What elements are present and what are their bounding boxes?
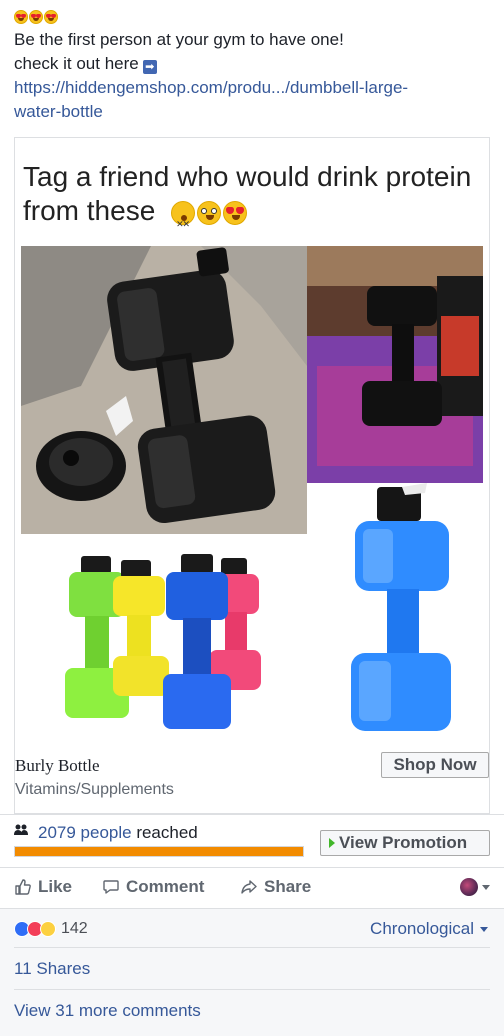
comment-sort-label[interactable]: Chronological (370, 919, 474, 939)
reaction-count[interactable]: 142 (61, 920, 88, 938)
dizzy-face-emoji: ✕ ✕ (171, 200, 196, 229)
comment-button[interactable]: Comment (102, 877, 204, 897)
play-triangle-icon (329, 838, 335, 848)
reach-progress-fill (15, 847, 303, 856)
comment-sort-dropdown[interactable]: Chronological (370, 919, 488, 939)
meme-caption: Tag a friend who would drink protein fro… (23, 160, 483, 229)
post-line-2-text: check it out here (14, 54, 139, 73)
share-button[interactable]: Share (240, 877, 311, 897)
share-icon (241, 880, 257, 894)
like-label[interactable]: Like (38, 877, 72, 897)
share-label[interactable]: Share (264, 877, 311, 897)
avatar[interactable] (460, 878, 478, 896)
divider (0, 814, 504, 815)
view-more-comments-link[interactable]: View 31 more comments (14, 1001, 201, 1021)
chevron-down-icon[interactable] (482, 884, 490, 890)
arrow-right-icon: ➡ (142, 60, 157, 74)
heart-eyes-emoji (29, 10, 43, 24)
card-title[interactable]: Burly Bottle (15, 756, 100, 776)
feedback-area: 142 Chronological 11 Shares View 31 more… (0, 908, 504, 1036)
reach-suffix: reached (131, 823, 198, 842)
reach-count[interactable]: 2079 people (38, 823, 132, 842)
post-link[interactable]: https://hiddengemshop.com/produ.../dumbb… (14, 76, 494, 124)
card-footer[interactable]: Burly Bottle Vitamins/Supplements Shop N… (15, 738, 489, 813)
flushed-face-emoji (197, 200, 222, 225)
photo-bottle-on-rug (307, 246, 483, 483)
view-promotion-button[interactable]: View Promotion (320, 830, 490, 856)
post-actions: Like Comment Share (0, 868, 504, 908)
chevron-down-icon[interactable] (480, 926, 488, 932)
shares-link[interactable]: 11 Shares (14, 959, 90, 979)
reach-row: 2079 people reached View Promotion (14, 820, 490, 860)
comment-label[interactable]: Comment (126, 877, 204, 897)
reach-progress-bar (14, 846, 304, 857)
photo-black-dumbbell-bottle (21, 246, 307, 534)
reactions-summary[interactable]: 142 (14, 919, 88, 939)
divider (14, 947, 490, 948)
post-emojis (14, 6, 494, 28)
shop-now-button[interactable]: Shop Now (381, 752, 489, 778)
view-promotion-label[interactable]: View Promotion (339, 833, 467, 852)
thumbs-up-icon (15, 879, 31, 895)
like-button[interactable]: Like (14, 877, 72, 897)
heart-eyes-emoji (223, 200, 248, 225)
photo-colored-bottles (21, 550, 307, 736)
heart-eyes-emoji (44, 10, 58, 24)
photo-blue-bottle (307, 483, 483, 736)
post-line-1: Be the first person at your gym to have … (14, 30, 344, 49)
haha-reaction-icon (40, 921, 56, 937)
post-line-2: check it out here ➡ (14, 52, 494, 76)
meme-caption-text: Tag a friend who would drink protein fro… (23, 161, 472, 226)
post-link-line-2[interactable]: water-bottle (14, 102, 103, 121)
heart-eyes-emoji (14, 10, 28, 24)
reach-text: 2079 people reached (38, 823, 198, 843)
post-as-selector[interactable] (460, 878, 490, 896)
card-subtitle: Vitamins/Supplements (15, 781, 174, 798)
post-link-line-1[interactable]: https://hiddengemshop.com/produ.../dumbb… (14, 78, 408, 97)
divider (14, 989, 490, 990)
post-message: Be the first person at your gym to have … (14, 6, 494, 124)
link-card[interactable]: Tag a friend who would drink protein fro… (14, 137, 490, 814)
card-image[interactable]: Tag a friend who would drink protein fro… (15, 138, 489, 738)
meme-emojis: ✕ ✕ (171, 200, 248, 229)
people-icon (14, 824, 28, 835)
comment-icon (103, 880, 119, 894)
